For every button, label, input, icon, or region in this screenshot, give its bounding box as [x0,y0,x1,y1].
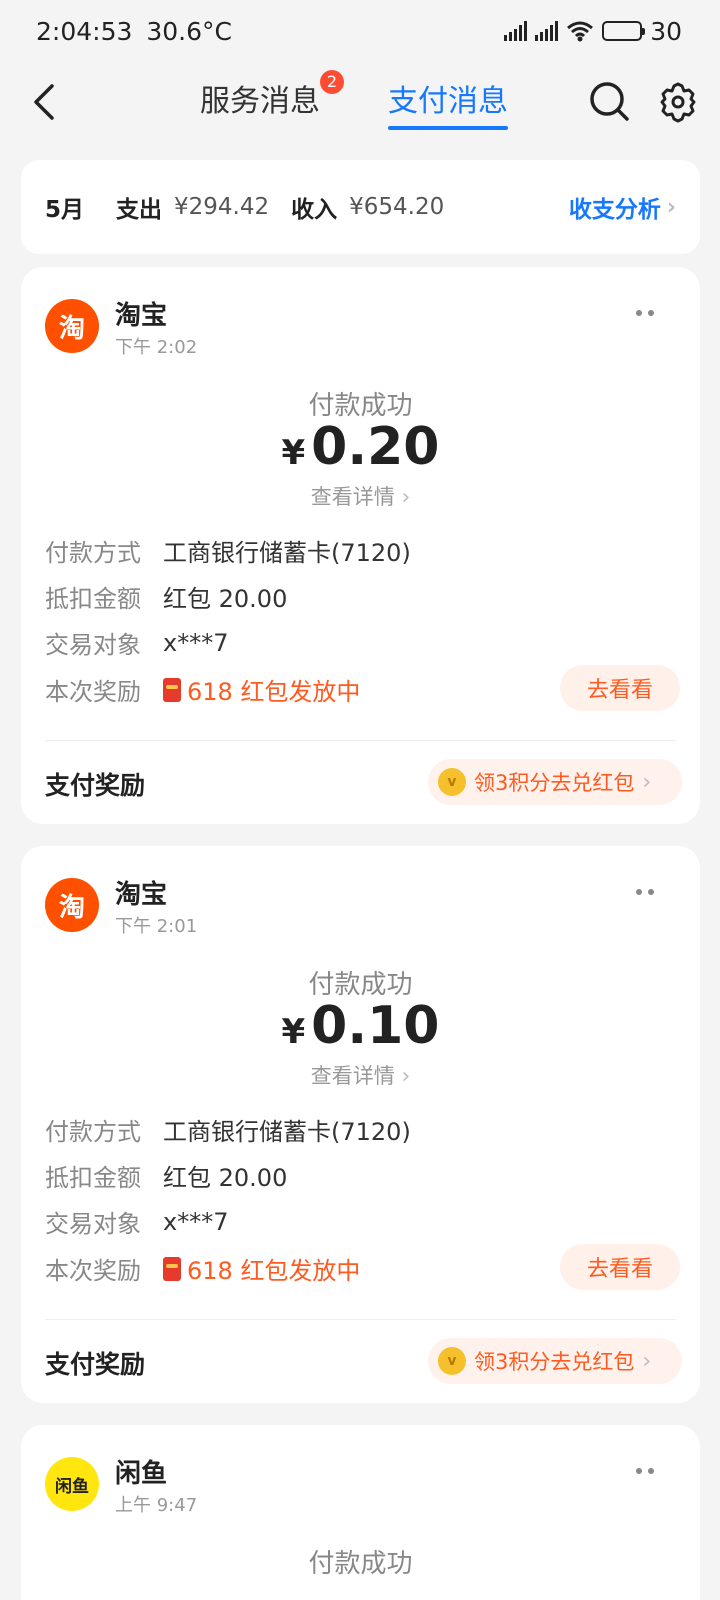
status-bar: 2:04:53 30.6°C 30 [0,0,720,62]
search-icon[interactable] [588,80,632,124]
row-value: 工商银行储蓄卡(7120) [163,1118,411,1146]
wifi-icon [567,21,594,42]
payment-status: 付款成功 [308,1549,413,1579]
income-expense-analysis-link[interactable]: 收支分析 › [569,190,676,224]
temperature: 30.6°C [146,16,232,46]
reward-value: 618 红包发放中 [163,1251,360,1286]
row-value: x***7 [163,1207,229,1236]
divider [45,740,676,741]
chevron-right-icon: › [666,194,676,220]
row-key: 抵扣金额 [45,1164,141,1192]
reward-text: 618 红包发放中 [187,1257,361,1285]
view-details-label: 查看详情 [310,1064,395,1088]
tab-service-messages[interactable]: 服务消息 [200,76,320,136]
go-see-button[interactable]: 去看看 [560,1244,680,1290]
row-key: 交易对象 [45,1210,141,1238]
reward-text: 618 红包发放中 [187,678,361,706]
gear-icon[interactable] [658,80,698,124]
monthly-summary: 5月 支出 ¥294.42 收入 ¥654.20 收支分析 › [21,160,700,254]
transaction-time: 下午 2:02 [115,337,198,358]
merchant-name: 淘宝 [115,301,168,331]
chevron-right-icon: › [642,1348,652,1374]
payment-method-row: 付款方式 工商银行储蓄卡(7120) [45,1112,411,1147]
transaction-card[interactable]: 淘 淘宝 下午 2:02 付款成功 ¥0.20 查看详情 › 付款方式 工商银行储… [21,267,700,824]
analysis-label: 收支分析 [568,197,661,223]
view-details-link[interactable]: 查看详情 › [21,481,700,511]
currency-symbol: ¥ [281,1012,306,1052]
payment-method-row: 付款方式 工商银行储蓄卡(7120) [45,533,411,568]
expense-label: 支出 [116,197,163,223]
chevron-right-icon: › [642,769,652,795]
claim-points-button[interactable]: v 领3积分去兑红包 › [428,1338,682,1384]
red-packet-icon [163,1256,181,1281]
more-dots-icon[interactable] [636,305,666,321]
clock: 2:04:53 [36,16,133,46]
expense-amount: ¥294.42 [174,194,270,220]
row-value: 红包 20.00 [163,1164,288,1192]
transaction-time: 上午 9:47 [115,1495,198,1516]
coin-icon: v [438,768,466,796]
chevron-left-icon[interactable] [26,80,66,124]
row-key: 付款方式 [45,1118,141,1146]
merchant-name: 淘宝 [115,880,168,910]
view-details-link[interactable]: 查看详情 › [21,1060,700,1090]
currency-symbol: ¥ [281,433,306,473]
header: 服务消息 2 支付消息 [0,62,720,152]
reward-row: 本次奖励 618 红包发放中 [45,672,360,707]
unread-badge: 2 [320,70,344,94]
income-label: 收入 [291,197,338,223]
payment-amount: ¥0.10 [21,996,700,1056]
payment-amount: ¥0.20 [21,417,700,477]
divider [45,1319,676,1320]
points-text: 领3积分去兑红包 [474,1350,635,1374]
amount-value: 0.20 [311,417,440,477]
view-details-label: 查看详情 [310,485,395,509]
taobao-logo: 淘 [45,299,99,353]
claim-points-button[interactable]: v 领3积分去兑红包 › [428,759,682,805]
transaction-time: 下午 2:01 [115,916,198,937]
counterparty-row: 交易对象 x***7 [45,1204,228,1239]
row-value: 工商银行储蓄卡(7120) [163,539,411,567]
more-dots-icon[interactable] [636,1463,666,1479]
xianyu-logo: 闲鱼 [45,1457,99,1511]
merchant-name: 闲鱼 [115,1459,168,1489]
counterparty-row: 交易对象 x***7 [45,625,228,660]
payment-reward-label: 支付奖励 [45,771,146,800]
points-text: 领3积分去兑红包 [474,771,635,795]
more-dots-icon[interactable] [636,884,666,900]
signal-icon-2 [535,21,559,41]
chevron-right-icon: › [401,485,411,510]
amount-value: 0.10 [311,996,440,1056]
active-tab-indicator [388,126,508,130]
chevron-right-icon: › [401,1064,411,1089]
row-key: 交易对象 [45,631,141,659]
battery-icon [602,21,646,41]
status-right: 30 [504,17,682,46]
row-value: x***7 [163,628,229,657]
deduction-row: 抵扣金额 红包 20.00 [45,579,287,614]
coin-icon: v [438,1347,466,1375]
row-key: 本次奖励 [45,678,141,706]
summary-month[interactable]: 5月 [45,190,84,224]
go-see-button[interactable]: 去看看 [560,665,680,711]
reward-value: 618 红包发放中 [163,672,360,707]
row-key: 本次奖励 [45,1257,141,1285]
red-packet-icon [163,677,181,702]
battery-percent: 30 [650,16,682,46]
status-left: 2:04:53 30.6°C [36,17,232,46]
row-key: 付款方式 [45,539,141,567]
transaction-card[interactable]: 闲鱼 闲鱼 上午 9:47 付款成功 [21,1425,700,1600]
deduction-row: 抵扣金额 红包 20.00 [45,1158,287,1193]
transaction-card[interactable]: 淘 淘宝 下午 2:01 付款成功 ¥0.10 查看详情 › 付款方式 工商银行储… [21,846,700,1403]
income-amount: ¥654.20 [349,194,445,220]
taobao-logo: 淘 [45,878,99,932]
row-value: 红包 20.00 [163,585,288,613]
signal-icon [504,21,528,41]
reward-row: 本次奖励 618 红包发放中 [45,1251,360,1286]
payment-reward-label: 支付奖励 [45,1350,146,1379]
row-key: 抵扣金额 [45,585,141,613]
